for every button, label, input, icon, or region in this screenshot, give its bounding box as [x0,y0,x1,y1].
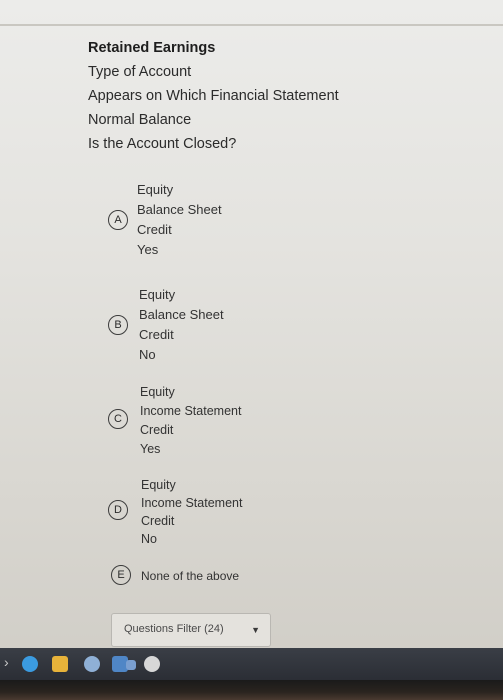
option-d-line: No [141,532,157,546]
option-c-line: Credit [140,423,174,437]
option-b-text: Equity Balance Sheet Credit No [139,285,224,365]
option-a-line: Equity [137,182,174,197]
option-b-line: Balance Sheet [139,307,224,322]
divider [0,24,503,26]
chrome-icon[interactable] [52,656,68,672]
option-c-radio[interactable]: C [108,409,128,429]
option-a-line: Yes [137,242,159,257]
option-c[interactable]: C Equity Income Statement Credit Yes [108,383,308,463]
option-e-label: None of the above [141,569,240,583]
taskbar-arrow-icon[interactable]: › [4,654,9,670]
question-line-closed: Is the Account Closed? [88,136,237,152]
option-d-line: Income Statement [141,496,243,510]
gear-icon[interactable] [84,656,100,672]
questions-filter-label: Questions Filter (24) [124,623,224,635]
option-d-radio[interactable]: D [108,500,128,520]
option-d-text: Equity Income Statement Credit No [141,476,242,548]
option-d-line: Equity [141,478,176,492]
question-title: Retained Earnings [88,40,216,56]
option-a-line: Credit [137,222,172,237]
task-view-icon[interactable] [126,660,136,670]
option-b-line: No [139,347,156,362]
questions-filter-dropdown[interactable]: Questions Filter (24) ▼ [111,613,271,647]
question-line-statement: Appears on Which Financial Statement [88,88,339,104]
option-c-line: Yes [140,442,161,456]
option-d-line: Credit [141,514,175,528]
option-b-line: Equity [139,287,176,302]
option-c-line: Equity [140,385,175,399]
question-block: Retained Earnings Type of Account Appear… [88,36,388,156]
option-d[interactable]: D Equity Income Statement Credit No [108,476,308,556]
option-b-radio[interactable]: B [108,315,128,335]
option-a-line: Balance Sheet [137,202,222,217]
option-b-line: Credit [139,327,174,342]
play-icon[interactable] [144,656,160,672]
screen: Retained Earnings Type of Account Appear… [0,0,503,700]
option-a[interactable]: A Equity Balance Sheet Credit Yes [108,180,308,270]
question-line-normal-balance: Normal Balance [88,112,192,128]
option-c-line: Income Statement [140,404,242,418]
option-e-radio[interactable]: E [111,565,131,585]
edge-icon[interactable] [22,656,38,672]
monitor-bezel [0,680,503,700]
option-e[interactable]: E None of the above [108,563,308,587]
option-a-radio[interactable]: A [108,210,128,230]
option-b[interactable]: B Equity Balance Sheet Credit No [108,285,308,375]
taskbar: › [0,648,503,680]
question-line-account-type: Type of Account [88,64,192,80]
option-c-text: Equity Income Statement Credit Yes [140,383,241,459]
option-a-text: Equity Balance Sheet Credit Yes [137,180,222,260]
chevron-down-icon[interactable]: ▼ [251,625,260,635]
